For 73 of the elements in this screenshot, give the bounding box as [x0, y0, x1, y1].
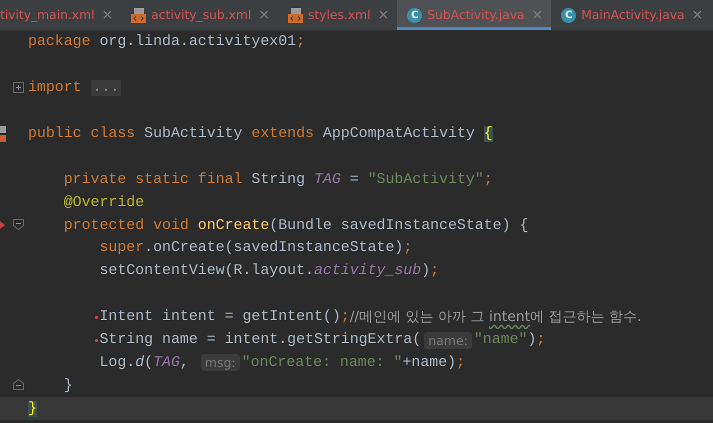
code-comment: intent: [488, 309, 530, 326]
code-token: activity_sub: [314, 263, 422, 280]
code-token: AppCompatActivity: [322, 126, 476, 142]
code-token: String: [251, 172, 306, 188]
close-icon[interactable]: ×: [692, 7, 704, 23]
close-icon[interactable]: ×: [378, 7, 390, 23]
parameter-hint: msg:: [200, 354, 240, 372]
code-comment: //메인에 있는 아까 그: [350, 308, 486, 326]
tab-label: MainActivity.java: [581, 8, 685, 22]
code-token: protected void: [62, 218, 190, 234]
close-icon[interactable]: ×: [532, 7, 544, 23]
close-icon[interactable]: ×: [258, 7, 270, 23]
close-icon[interactable]: ×: [101, 7, 114, 23]
code-token: org.linda.activityex01: [100, 34, 296, 50]
code-token: ;: [430, 263, 440, 280]
tab-label: activity_sub.xml: [151, 8, 252, 22]
editor-tab[interactable]: C SubActivity.java ×: [397, 0, 552, 30]
tab-label: SubActivity.java: [427, 8, 525, 22]
code-token: +name): [402, 354, 456, 371]
code-token: SubActivity: [144, 126, 244, 142]
code-token: String name = intent.getStringExtra(: [98, 332, 422, 348]
code-token: TAG: [314, 172, 341, 188]
code-token: (Bundle savedInstanceState) {: [269, 218, 528, 234]
code-token: super: [98, 240, 144, 256]
override-marker-icon[interactable]: [0, 221, 5, 230]
code-comment: 에 접근하는 함수.: [530, 308, 642, 326]
tab-label: tivity_main.xml: [0, 8, 94, 22]
code-token: import: [28, 80, 83, 96]
editor-tab[interactable]: tivity_main.xml ×: [0, 0, 122, 30]
code-token: .onCreate(savedInstanceState): [144, 240, 404, 256]
code-token: }: [28, 400, 37, 417]
code-editor[interactable]: [0, 31, 713, 423]
expand-icon[interactable]: [13, 82, 24, 93]
gutter-marker-icon[interactable]: [0, 126, 6, 142]
code-token: ;: [403, 240, 412, 256]
code-token: onCreate: [198, 218, 270, 234]
code-token: Intent intent = getIntent(): [98, 309, 341, 326]
xml-file-icon: [288, 8, 304, 22]
editor-tab[interactable]: styles.xml ×: [278, 0, 398, 30]
code-token: d: [135, 354, 144, 371]
code-token: public class: [28, 126, 136, 142]
code-token: =: [348, 172, 360, 188]
code-token: package: [28, 34, 92, 50]
editor-tab[interactable]: C MainActivity.java ×: [551, 0, 712, 30]
collapse-icon[interactable]: [13, 379, 24, 390]
code-token: TAG: [153, 354, 180, 371]
code-token: "SubActivity": [368, 172, 484, 188]
code-token: (: [144, 354, 154, 371]
code-token: ): [421, 263, 430, 280]
class-file-icon: C: [407, 8, 422, 22]
code-token: ;: [296, 34, 306, 50]
folded-code: ...: [90, 80, 122, 96]
code-token: }: [62, 378, 73, 394]
code-token: {: [484, 126, 493, 142]
tab-label: styles.xml: [308, 8, 370, 22]
code-token: setContentView(R.layout.: [98, 263, 314, 280]
code-token: extends: [251, 126, 315, 142]
collapse-icon[interactable]: [13, 219, 24, 230]
parameter-hint: name:: [424, 332, 472, 349]
code-token: ,: [180, 354, 190, 371]
code-token: @Override: [62, 194, 144, 211]
code-token: ;: [536, 332, 546, 348]
code-token: Log.: [98, 354, 136, 371]
code-token: "onCreate: name: ": [242, 354, 402, 371]
editor-tab[interactable]: activity_sub.xml ×: [121, 0, 278, 30]
code-token: "name": [474, 332, 528, 348]
code-token: ): [527, 332, 536, 348]
xml-file-icon: [131, 8, 146, 22]
class-file-icon: C: [561, 8, 576, 22]
code-token: ;: [456, 354, 466, 371]
code-token: private static final: [62, 172, 244, 188]
code-token: ;: [484, 172, 493, 188]
code-token: ;: [340, 309, 350, 326]
